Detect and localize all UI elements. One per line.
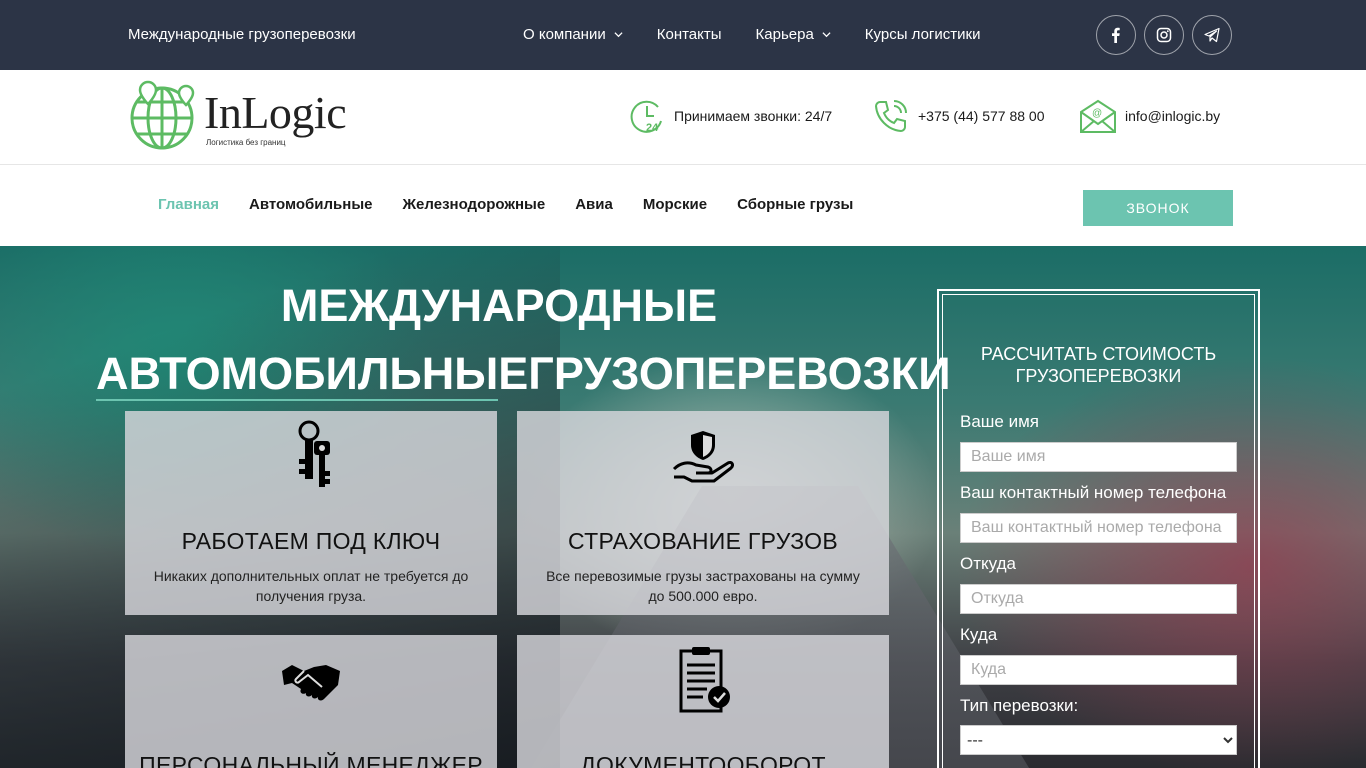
instagram-icon [1156, 27, 1172, 43]
phone-icon [874, 100, 907, 133]
social-links [1096, 15, 1232, 55]
top-nav: О компании Контакты Карьера Курсы логист… [523, 26, 1014, 43]
clock-24-icon: 24 [630, 100, 662, 134]
svg-text:24: 24 [646, 122, 659, 134]
top-nav-about-label: О компании [523, 26, 606, 43]
form-label-to: Куда [960, 625, 998, 644]
chevron-down-icon [614, 32, 623, 38]
phone-input[interactable] [960, 513, 1237, 543]
contact-hours-text: Принимаем звонки: 24/7 [674, 108, 833, 124]
top-nav-contacts-label: Контакты [656, 26, 722, 43]
nav-link-home[interactable]: Главная [158, 196, 219, 213]
main-nav-links: Главная Автомобильные Железнодорожные Ав… [158, 196, 883, 213]
top-nav-about[interactable]: О компании [523, 26, 623, 43]
main-nav: Главная Автомобильные Железнодорожные Ав… [0, 165, 1366, 246]
svg-text:@: @ [1092, 108, 1102, 119]
nav-link-consolidated[interactable]: Сборные грузы [737, 196, 853, 213]
facebook-icon [1112, 27, 1120, 43]
feature-card-title: СТРАХОВАНИЕ ГРУЗОВ [568, 528, 838, 554]
contact-email[interactable]: @ info@inlogic.by [1079, 97, 1220, 135]
logo[interactable]: InLogic Логистика без границ [128, 80, 368, 150]
contact-hours: 24 Принимаем звонки: 24/7 [628, 97, 832, 135]
transport-type-select[interactable]: --- [960, 725, 1237, 755]
nav-link-rail[interactable]: Железнодорожные [403, 196, 546, 213]
shield-hand-icon [672, 431, 734, 483]
form-label-phone: Ваш контактный номер телефона [960, 483, 1227, 502]
nav-link-auto[interactable]: Автомобильные [249, 196, 372, 213]
contact-phone-text: +375 (44) 577 88 00 [918, 108, 1045, 124]
call-button[interactable]: Звонок [1083, 190, 1233, 226]
feature-card-insurance: СТРАХОВАНИЕ ГРУЗОВ Все перевозимые грузы… [517, 411, 889, 615]
keys-icon [298, 420, 330, 487]
contact-phone[interactable]: +375 (44) 577 88 00 [872, 97, 1045, 135]
name-input[interactable] [960, 442, 1237, 472]
email-icon: @ [1080, 99, 1116, 133]
top-brand-text[interactable]: Международные грузоперевозки [128, 26, 356, 43]
feature-card-text: Никаких дополнительных оплат не требуетс… [153, 568, 469, 604]
instagram-link[interactable] [1144, 15, 1184, 55]
nav-link-sea[interactable]: Морские [643, 196, 707, 213]
globe-pin-icon [130, 80, 195, 150]
nav-link-air[interactable]: Авиа [575, 196, 613, 213]
top-nav-courses[interactable]: Курсы логистики [865, 26, 981, 43]
feature-card-title: ДОКУМЕНТООБОРОТ [580, 752, 826, 768]
top-bar: Международные грузоперевозки О компании … [0, 0, 1366, 70]
feature-card-documents: ДОКУМЕНТООБОРОТ [517, 635, 889, 768]
form-title: РАССЧИТАТЬ СТОИМОСТЬ ГРУЗОПЕРЕВОЗКИ [980, 344, 1217, 386]
feature-card-title: ПЕРСОНАЛЬНЫЙ МЕНЕДЖЕР [139, 752, 483, 768]
hero-title: МЕЖДУНАРОДНЫЕ АВТОМОБИЛЬНЫЕГРУЗОПЕРЕВОЗК… [96, 272, 951, 408]
logo-tagline: Логистика без границ [206, 138, 286, 147]
hero-title-underline [96, 399, 498, 401]
document-check-icon [679, 647, 730, 713]
form-label-name: Ваше имя [960, 412, 1039, 431]
hero-section: МЕЖДУНАРОДНЫЕ АВТОМОБИЛЬНЫЕГРУЗОПЕРЕВОЗК… [0, 246, 1366, 768]
telegram-link[interactable] [1192, 15, 1232, 55]
hero-title-line2: АВТОМОБИЛЬНЫЕГРУЗОПЕРЕВОЗКИ [96, 348, 951, 399]
top-nav-career[interactable]: Карьера [756, 26, 831, 43]
top-nav-courses-label: Курсы логистики [864, 26, 981, 43]
top-nav-contacts[interactable]: Контакты [657, 26, 722, 43]
to-input[interactable] [960, 655, 1237, 685]
feature-card-turnkey: РАБОТАЕМ ПОД КЛЮЧ Никаких дополнительных… [125, 411, 497, 615]
contact-email-text: info@inlogic.by [1125, 108, 1221, 124]
top-nav-career-label: Карьера [755, 26, 814, 43]
telegram-icon [1204, 27, 1220, 43]
hero-title-line1: МЕЖДУНАРОДНЫЕ [280, 280, 718, 331]
feature-card-manager: ПЕРСОНАЛЬНЫЙ МЕНЕДЖЕР [125, 635, 497, 768]
form-label-transport-type: Тип перевозки: [960, 696, 1079, 715]
header: InLogic Логистика без границ 24 Принимае… [0, 70, 1366, 165]
facebook-link[interactable] [1096, 15, 1136, 55]
feature-card-text: Все перевозимые грузы застрахованы на су… [546, 568, 860, 604]
cost-calculator-form: РАССЧИТАТЬ СТОИМОСТЬ ГРУЗОПЕРЕВОЗКИ Ваше… [937, 289, 1260, 768]
chevron-down-icon [822, 32, 831, 38]
logo-name: InLogic [204, 87, 347, 138]
feature-card-title: РАБОТАЕМ ПОД КЛЮЧ [181, 528, 441, 554]
form-label-from: Откуда [960, 554, 1016, 573]
handshake-icon [282, 665, 340, 701]
from-input[interactable] [960, 584, 1237, 614]
